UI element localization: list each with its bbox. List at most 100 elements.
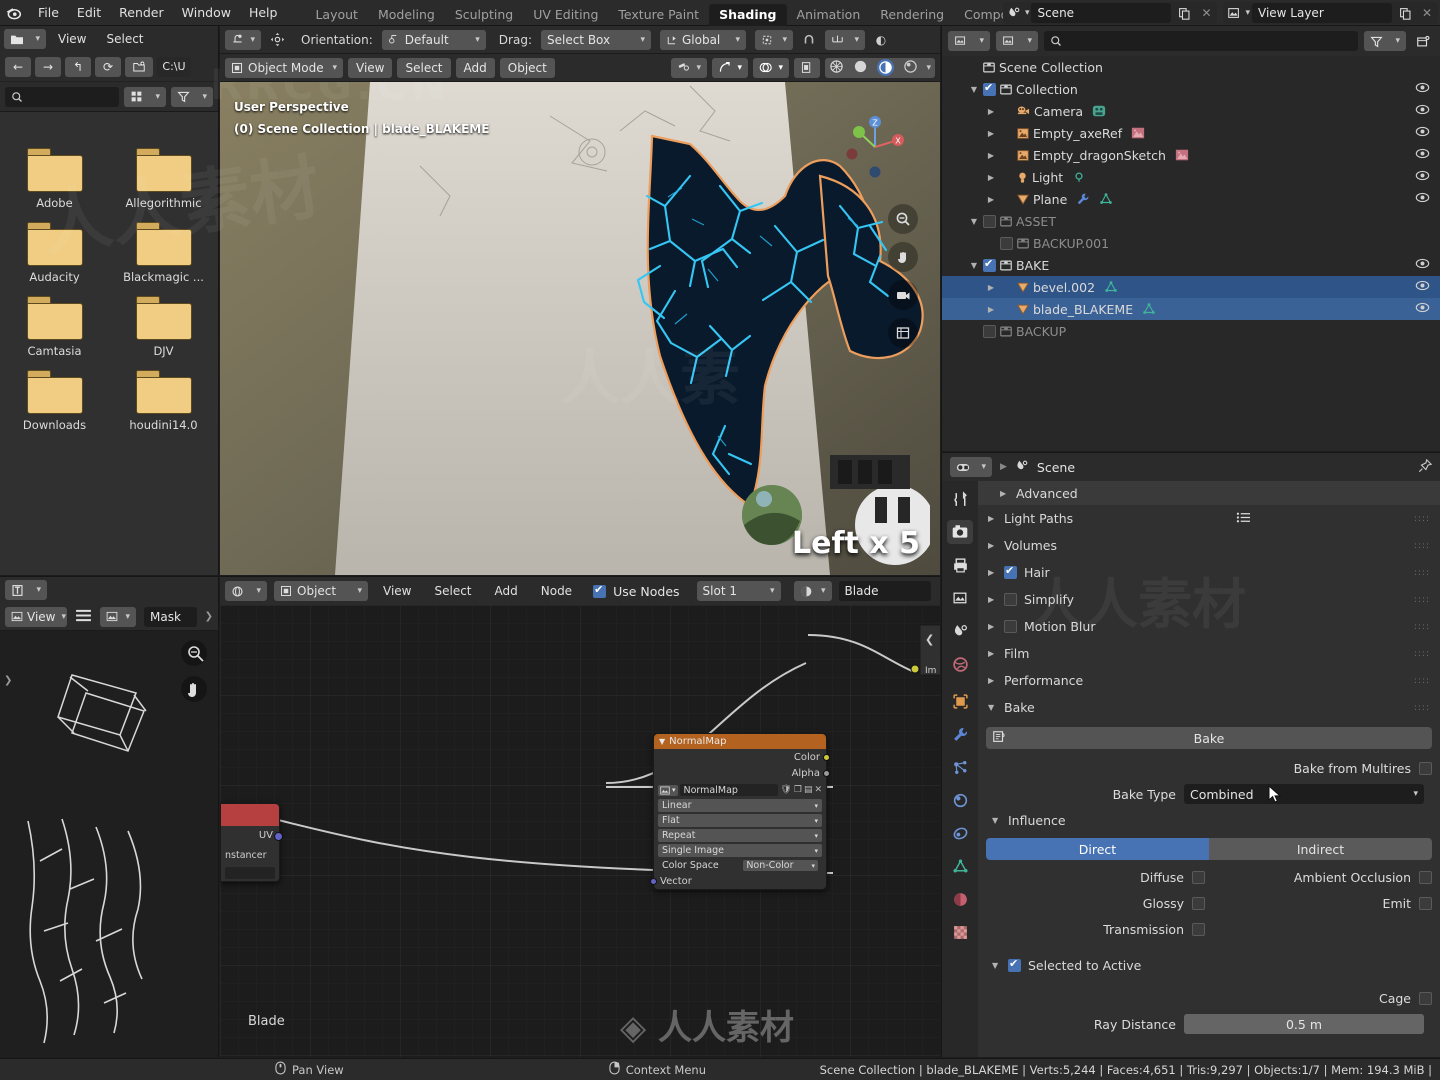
particles-props-icon[interactable] bbox=[947, 755, 973, 779]
xray-toggle-icon[interactable] bbox=[794, 57, 820, 78]
projection-dropdown[interactable]: Flat ▾ bbox=[658, 814, 822, 827]
uv-nav-tools[interactable] bbox=[178, 637, 210, 707]
outliner-search-input[interactable] bbox=[1044, 31, 1358, 51]
uv-map-node[interactable]: UV nstancer bbox=[220, 803, 283, 882]
exclude-checkbox[interactable] bbox=[983, 324, 996, 338]
menu-window[interactable]: Window bbox=[174, 3, 239, 22]
navigation-gizmo[interactable]: Z X bbox=[840, 112, 910, 182]
file-item[interactable]: houdini14.0 bbox=[109, 370, 218, 432]
view-layer-icon[interactable] bbox=[1223, 3, 1245, 23]
duplicate-icon[interactable]: ❐ bbox=[794, 785, 802, 795]
shader-menu-view[interactable]: View bbox=[375, 582, 419, 600]
fake-user-shield-icon[interactable]: 🛡 bbox=[780, 785, 791, 795]
light-data-icon[interactable] bbox=[1072, 170, 1086, 184]
file-browser-grid[interactable]: Adobe Allegorithmic Audacity Blackmagic … bbox=[0, 138, 218, 575]
visibility-eye-icon[interactable] bbox=[1415, 126, 1430, 140]
editor-type-selector-shader[interactable]: ▾ bbox=[225, 581, 267, 601]
visibility-eye-icon[interactable] bbox=[1415, 302, 1430, 316]
overlays-extra-icon[interactable]: ◐ bbox=[870, 30, 892, 50]
scene-props-icon[interactable] bbox=[947, 619, 973, 643]
snapping-toggle[interactable]: ▾ bbox=[225, 29, 261, 50]
uv-output-row[interactable]: UV bbox=[221, 826, 283, 844]
physics-props-icon[interactable] bbox=[947, 788, 973, 812]
outliner-editor[interactable]: ▾ ▾ ▾ Scene Collection ▼ Collection ▶ Camera… bbox=[941, 26, 1440, 451]
pan-hand-icon[interactable] bbox=[888, 242, 918, 272]
outliner-row-backup[interactable]: BACKUP bbox=[942, 320, 1440, 342]
file-item[interactable]: DJV bbox=[109, 296, 218, 358]
node-output-alpha[interactable]: Alpha bbox=[654, 765, 830, 781]
interaction-mode-dropdown[interactable]: Object Mode ▾ bbox=[225, 57, 343, 78]
bake-from-multires-checkbox[interactable] bbox=[1419, 761, 1432, 775]
overlays-toggle-icon[interactable]: ▾ bbox=[753, 57, 789, 78]
editor-type-selector-filebrowser[interactable]: ▾ bbox=[4, 29, 46, 49]
material-preview-icon[interactable] bbox=[876, 59, 894, 76]
panel-selected-to-active[interactable]: ▼ Selected to Active bbox=[978, 952, 1440, 979]
disclosure-triangle-icon[interactable]: ▶ bbox=[985, 107, 997, 116]
view-layer-duplicate-icon[interactable] bbox=[1394, 3, 1416, 23]
object-props-icon[interactable] bbox=[947, 689, 973, 713]
image-datablock-row[interactable]: ▾ NormalMap 🛡 ❐ ▤ ✕ bbox=[658, 784, 822, 796]
view-layer-close-icon[interactable]: ✕ bbox=[1416, 3, 1438, 23]
outliner-row-scene-collection[interactable]: Scene Collection bbox=[942, 56, 1440, 78]
scene-close-icon[interactable]: ✕ bbox=[1195, 3, 1217, 23]
panel-light-paths[interactable]: ▶ Light Paths :::: bbox=[978, 505, 1440, 532]
snap-magnet-icon[interactable] bbox=[798, 30, 820, 50]
disclosure-triangle-icon[interactable]: ▼ bbox=[968, 85, 980, 94]
exclude-checkbox[interactable] bbox=[983, 257, 996, 272]
scene-name-field[interactable]: Scene bbox=[1031, 3, 1172, 23]
modifier-props-icon[interactable] bbox=[947, 722, 973, 746]
panel-advanced[interactable]: ▶ Advanced bbox=[978, 481, 1440, 505]
visibility-eye-icon[interactable] bbox=[1415, 104, 1430, 118]
file-item[interactable]: Audacity bbox=[0, 222, 109, 284]
color-space-row[interactable]: Color Space Non-Color ▾ bbox=[658, 859, 822, 872]
menu-edit[interactable]: Edit bbox=[69, 3, 109, 22]
ambient-occlusion-checkbox[interactable] bbox=[1419, 870, 1432, 884]
interpolation-dropdown[interactable]: Linear ▾ bbox=[658, 799, 822, 812]
view-layer-chevron-icon[interactable]: ▾ bbox=[1245, 8, 1250, 18]
list-icon[interactable] bbox=[75, 609, 92, 625]
snap-to-dropdown[interactable]: ▾ bbox=[824, 29, 865, 50]
shader-menu-select[interactable]: Select bbox=[426, 582, 479, 600]
tab-sculpting[interactable]: Sculpting bbox=[445, 4, 523, 26]
panel-drag-dots[interactable]: :::: bbox=[1414, 514, 1430, 524]
camera-data-icon[interactable] bbox=[1092, 104, 1106, 118]
grid-display-icon[interactable]: ▾ bbox=[124, 86, 166, 107]
scene-chevron-icon[interactable]: ▾ bbox=[1025, 8, 1030, 18]
pivot-point-icon[interactable]: ▾ bbox=[754, 29, 793, 50]
disclosure-triangle-icon[interactable]: ▶ bbox=[985, 195, 997, 204]
use-nodes-checkbox[interactable] bbox=[593, 583, 607, 598]
disclosure-triangle-icon[interactable]: ▶ bbox=[985, 283, 997, 292]
disclosure-triangle-icon[interactable]: ▶ bbox=[985, 129, 997, 138]
disclosure-triangle-icon[interactable]: ▼ bbox=[968, 261, 980, 270]
uv-view-dropdown[interactable]: View ▾ bbox=[5, 606, 67, 627]
new-folder-icon[interactable] bbox=[125, 56, 153, 77]
tab-uv-editing[interactable]: UV Editing bbox=[523, 4, 608, 26]
visibility-eye-icon[interactable] bbox=[1415, 170, 1430, 184]
mesh-data-icon[interactable] bbox=[1104, 280, 1118, 294]
constraints-props-icon[interactable] bbox=[947, 821, 973, 845]
panel-volumes[interactable]: ▶ Volumes :::: bbox=[978, 532, 1440, 559]
image-browse-icon[interactable]: ▾ bbox=[658, 784, 678, 796]
material-name-field[interactable]: Blade bbox=[838, 581, 931, 601]
influence-indirect-button[interactable]: Indirect bbox=[1209, 838, 1432, 860]
outliner-row-plane[interactable]: ▶ Plane bbox=[942, 188, 1440, 210]
visibility-eye-icon[interactable] bbox=[1415, 192, 1430, 206]
selected-to-active-checkbox[interactable] bbox=[1008, 957, 1021, 972]
modifier-icon[interactable] bbox=[1076, 192, 1090, 206]
zoom-icon[interactable] bbox=[888, 204, 918, 234]
viewport-menu-add[interactable]: Add bbox=[455, 57, 495, 78]
panel-simplify[interactable]: ▶ Simplify :::: bbox=[978, 586, 1440, 613]
bake-type-dropdown[interactable]: Combined ▾ bbox=[1184, 784, 1424, 804]
view-layer-selector[interactable]: ▾ View Layer ✕ bbox=[1223, 2, 1438, 24]
outliner-row-empty-dragonsketch[interactable]: ▶ Empty_dragonSketch bbox=[942, 144, 1440, 166]
file-item[interactable]: Camtasia bbox=[0, 296, 109, 358]
transform-pivot-dropdown[interactable]: Global ▾ bbox=[659, 29, 746, 50]
filebrowser-menu-select[interactable]: Select bbox=[98, 30, 151, 48]
node-output-color[interactable]: Color bbox=[654, 749, 830, 765]
panel-drag-dots[interactable]: :::: bbox=[1414, 649, 1430, 659]
uv-canvas[interactable]: ❯ bbox=[0, 631, 218, 1057]
file-item[interactable]: Downloads bbox=[0, 370, 109, 432]
panel-influence[interactable]: ▼ Influence bbox=[978, 807, 1440, 834]
3d-viewport-editor[interactable]: ▾ Orientation: Default ▾ Drag: Select Bo… bbox=[220, 26, 940, 575]
preset-list-icon[interactable] bbox=[1236, 511, 1251, 527]
